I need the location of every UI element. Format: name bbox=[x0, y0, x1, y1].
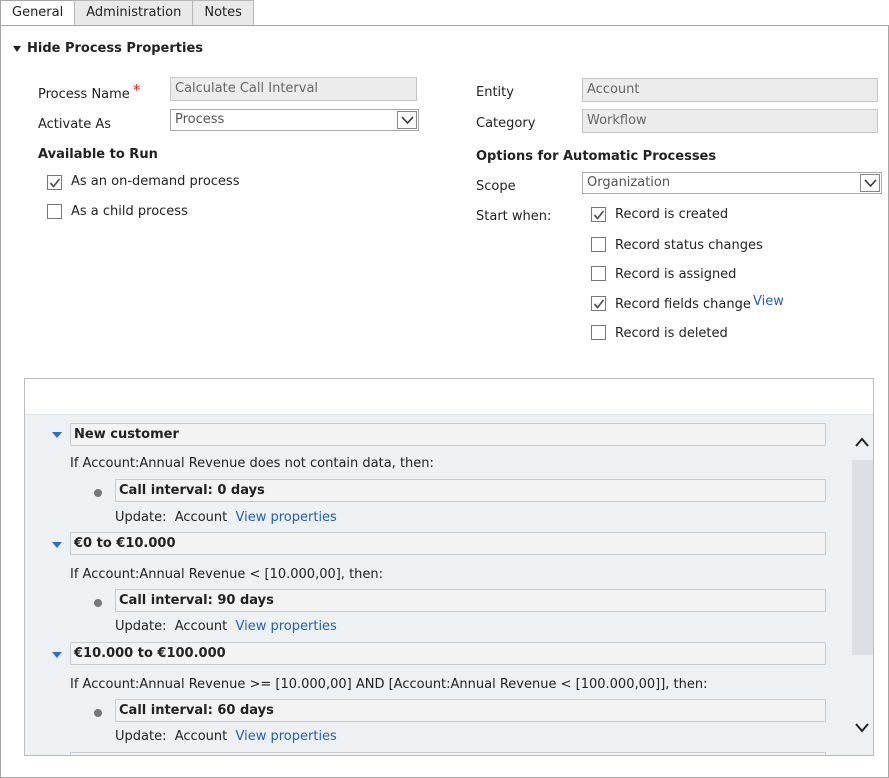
chevron-down-icon[interactable] bbox=[860, 174, 880, 192]
blue-triangle-down-icon[interactable] bbox=[52, 542, 62, 548]
step-header-10000-to-100000[interactable]: €10.000 to €100.000 bbox=[70, 642, 826, 665]
on-demand-label: As an on-demand process bbox=[71, 174, 240, 189]
available-to-run-title: Available to Run bbox=[38, 147, 158, 162]
scope-label: Scope bbox=[476, 179, 516, 194]
step-header-0-to-10000[interactable]: €0 to €10.000 bbox=[70, 532, 826, 555]
record-created-label: Record is created bbox=[615, 207, 729, 222]
record-assigned-checkbox[interactable] bbox=[591, 266, 606, 281]
process-name-label: Process Name * bbox=[38, 81, 141, 102]
scope-value: Organization bbox=[587, 175, 671, 190]
auto-options-title: Options for Automatic Processes bbox=[476, 149, 717, 164]
child-process-checkbox[interactable] bbox=[47, 204, 62, 219]
scope-select[interactable]: Organization bbox=[582, 172, 882, 194]
tab-notes[interactable]: Notes bbox=[192, 0, 254, 25]
entity-label: Entity bbox=[476, 85, 514, 100]
record-status-changes-checkbox[interactable] bbox=[591, 237, 606, 252]
record-assigned-label: Record is assigned bbox=[615, 267, 737, 282]
view-properties-link[interactable]: View properties bbox=[236, 729, 337, 744]
category-label: Category bbox=[476, 116, 536, 131]
update-entity: Account bbox=[174, 619, 228, 634]
step-update-row: Update: Account View properties bbox=[115, 729, 337, 744]
update-label: Update: bbox=[115, 510, 167, 525]
hide-process-properties-toggle[interactable]: Hide Process Properties bbox=[13, 41, 203, 56]
category-field: Workflow bbox=[582, 109, 878, 133]
process-name-label-text: Process Name bbox=[38, 87, 130, 102]
view-properties-link[interactable]: View properties bbox=[236, 510, 337, 525]
bullet-icon bbox=[94, 599, 102, 607]
update-label: Update: bbox=[115, 619, 167, 634]
activate-as-label: Activate As bbox=[38, 117, 112, 132]
step-update-row: Update: Account View properties bbox=[115, 510, 337, 525]
step-action[interactable]: Call interval: 60 days bbox=[115, 699, 826, 722]
tab-administration[interactable]: Administration bbox=[74, 0, 194, 25]
child-process-label: As a child process bbox=[71, 204, 188, 219]
blue-triangle-down-icon[interactable] bbox=[52, 432, 62, 438]
step-condition: If Account:Annual Revenue >= [10.000,00]… bbox=[70, 677, 708, 692]
step-header-new-customer[interactable]: New customer bbox=[70, 423, 826, 446]
steps-list: New customer If Account:Annual Revenue d… bbox=[25, 414, 873, 755]
record-created-checkbox[interactable] bbox=[591, 207, 606, 222]
blue-triangle-down-icon[interactable] bbox=[52, 652, 62, 658]
on-demand-checkbox[interactable] bbox=[47, 175, 62, 190]
record-deleted-label: Record is deleted bbox=[615, 326, 728, 341]
chevron-up-icon[interactable] bbox=[854, 435, 870, 449]
steps-scrollbar[interactable] bbox=[852, 415, 873, 755]
step-condition: If Account:Annual Revenue < [10.000,00],… bbox=[70, 567, 384, 582]
view-properties-link[interactable]: View properties bbox=[236, 619, 337, 634]
triangle-down-icon bbox=[13, 45, 21, 52]
step-action[interactable]: Call interval: 90 days bbox=[115, 589, 826, 612]
section-toggle-label: Hide Process Properties bbox=[27, 41, 204, 56]
step-action[interactable]: Call interval: 0 days bbox=[115, 479, 826, 502]
bullet-icon bbox=[94, 709, 102, 717]
record-status-changes-label: Record status changes bbox=[615, 238, 763, 253]
step-update-row: Update: Account View properties bbox=[115, 619, 337, 634]
view-fields-link[interactable]: View bbox=[753, 294, 784, 309]
required-marker: * bbox=[132, 81, 141, 99]
chevron-down-icon[interactable] bbox=[397, 111, 417, 129]
general-panel: Hide Process Properties Process Name * Ca… bbox=[0, 25, 889, 778]
chevron-down-icon[interactable] bbox=[854, 721, 870, 735]
process-steps-designer: New customer If Account:Annual Revenue d… bbox=[24, 378, 874, 756]
bullet-icon bbox=[94, 489, 102, 497]
start-when-label: Start when: bbox=[476, 209, 552, 224]
record-deleted-checkbox[interactable] bbox=[591, 325, 606, 340]
record-fields-change-label: Record fields change bbox=[615, 297, 751, 312]
activate-as-select[interactable]: Process bbox=[170, 109, 419, 131]
entity-field: Account bbox=[582, 78, 878, 102]
process-name-field[interactable]: Calculate Call Interval bbox=[170, 77, 417, 101]
step-condition: If Account:Annual Revenue does not conta… bbox=[70, 456, 434, 471]
scrollbar-thumb[interactable] bbox=[852, 460, 873, 655]
step-header-partial bbox=[70, 752, 826, 755]
record-fields-change-checkbox[interactable] bbox=[591, 296, 606, 311]
update-entity: Account bbox=[174, 510, 228, 525]
update-entity: Account bbox=[174, 729, 228, 744]
activate-as-value: Process bbox=[175, 112, 225, 127]
tab-general[interactable]: General bbox=[0, 0, 76, 26]
tab-bar: General Administration Notes bbox=[0, 0, 254, 26]
update-label: Update: bbox=[115, 729, 167, 744]
